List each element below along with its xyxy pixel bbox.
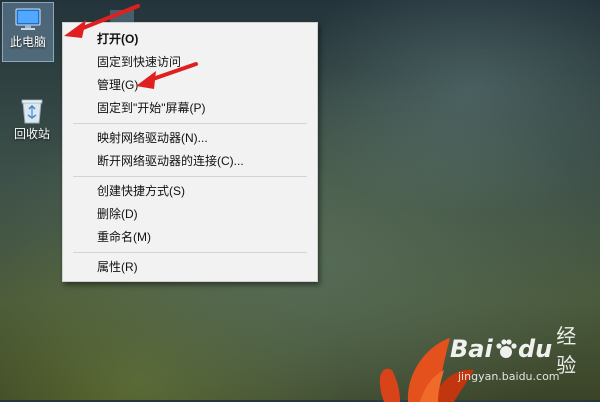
watermark-brand-right: du <box>517 335 553 363</box>
desktop[interactable]: 此电脑 回收站 打开(O) 固定到快速访问 管理(G) 固定到"开始"屏幕(P)… <box>0 0 600 402</box>
desktop-icon-this-pc[interactable]: 此电脑 <box>2 2 54 62</box>
menu-separator <box>73 123 307 124</box>
desktop-icon-label: 此电脑 <box>9 35 46 49</box>
menu-item-create-shortcut[interactable]: 创建快捷方式(S) <box>63 180 317 203</box>
menu-item-pin-quick-access[interactable]: 固定到快速访问 <box>63 51 317 74</box>
menu-separator <box>73 252 307 253</box>
paw-icon <box>496 339 517 358</box>
baidu-watermark: Bai du 经验 jingyan.baidu.com <box>450 324 595 392</box>
menu-item-pin-start[interactable]: 固定到"开始"屏幕(P) <box>63 97 317 120</box>
recycle-bin-icon <box>21 99 43 124</box>
watermark-url: jingyan.baidu.com <box>458 370 560 383</box>
menu-item-disconnect-network-drive[interactable]: 断开网络驱动器的连接(C)... <box>63 150 317 173</box>
computer-icon <box>15 8 41 30</box>
watermark-brand-cn: 经验 <box>556 324 577 377</box>
watermark-brand-left: Bai <box>450 335 493 363</box>
desktop-icon-recycle-bin[interactable]: 回收站 <box>6 92 58 152</box>
menu-item-rename[interactable]: 重命名(M) <box>63 226 317 249</box>
menu-item-delete[interactable]: 删除(D) <box>63 203 317 226</box>
menu-item-properties[interactable]: 属性(R) <box>63 256 317 279</box>
context-menu: 打开(O) 固定到快速访问 管理(G) 固定到"开始"屏幕(P) 映射网络驱动器… <box>62 22 318 282</box>
menu-item-map-network-drive[interactable]: 映射网络驱动器(N)... <box>63 127 317 150</box>
menu-separator <box>73 176 307 177</box>
menu-item-open[interactable]: 打开(O) <box>63 28 317 51</box>
menu-item-manage[interactable]: 管理(G) <box>63 74 317 97</box>
desktop-icon-label: 回收站 <box>13 127 50 141</box>
